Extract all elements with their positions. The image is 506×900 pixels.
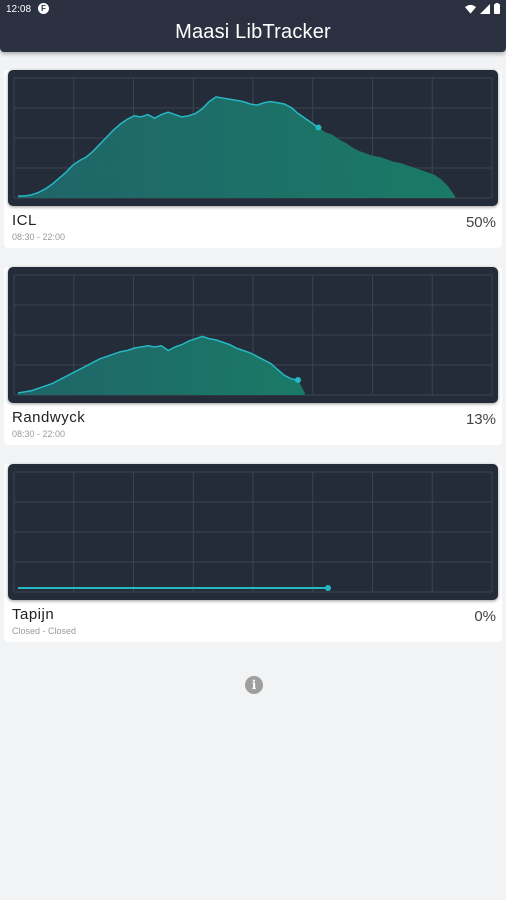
library-name: Randwyck (12, 409, 86, 426)
library-hours: 08:30 - 22:00 (12, 429, 66, 439)
occupancy-percent: 0% (474, 608, 496, 625)
library-name: ICL (12, 212, 37, 229)
app-title: Maasi LibTracker (175, 21, 331, 43)
occupancy-chart (8, 464, 498, 600)
library-card-randwyck[interactable]: Randwyck 08:30 - 22:00 13% (4, 267, 502, 445)
occupancy-chart (8, 267, 498, 403)
occupancy-area (18, 96, 456, 198)
current-point (315, 124, 322, 131)
library-hours: 08:30 - 22:00 (12, 232, 66, 242)
app-bar: Maasi LibTracker (0, 20, 506, 52)
library-card-tapijn[interactable]: Tapijn Closed - Closed 0% (4, 464, 502, 642)
battery-icon (494, 3, 500, 14)
current-point (325, 585, 331, 591)
current-point (294, 377, 301, 384)
occupancy-chart (8, 70, 498, 206)
occupancy-chart-svg (13, 274, 493, 396)
status-time: 12:08 (6, 4, 32, 15)
library-name: Tapijn (12, 606, 55, 623)
wifi-icon (465, 4, 476, 14)
library-hours: Closed - Closed (12, 626, 77, 636)
occupancy-percent: 13% (465, 411, 496, 428)
occupancy-percent: 50% (465, 214, 496, 231)
status-bar: 12:08 F (0, 0, 506, 20)
status-icons (465, 3, 500, 14)
library-card-icl[interactable]: ICL 08:30 - 22:00 50% (4, 70, 502, 248)
info-icon[interactable]: i (245, 676, 263, 694)
signal-icon (480, 3, 490, 14)
occupancy-chart-svg (13, 471, 493, 593)
notification-icon: F (38, 3, 49, 14)
occupancy-chart-svg (13, 77, 493, 199)
